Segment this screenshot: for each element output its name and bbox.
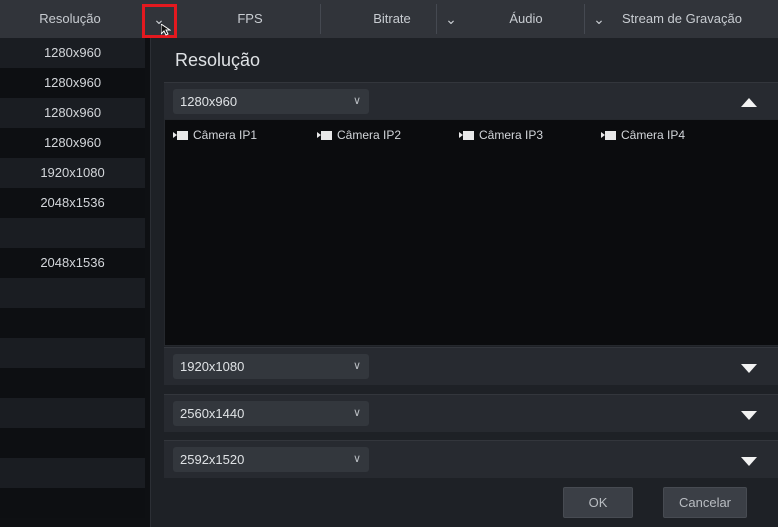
divider bbox=[436, 4, 437, 34]
chevron-down-icon[interactable]: ⌄ bbox=[588, 0, 610, 38]
resolution-select-value: 1920x1080 bbox=[180, 359, 245, 374]
resolution-select-value: 2560x1440 bbox=[180, 406, 245, 421]
table-row[interactable] bbox=[0, 398, 145, 428]
divider bbox=[320, 4, 321, 34]
resolution-column: 1280x960 1280x960 1280x960 1280x960 1920… bbox=[0, 38, 145, 527]
divider bbox=[584, 4, 585, 34]
camera-label: Câmera IP2 bbox=[337, 128, 402, 142]
collapse-triangle-icon[interactable] bbox=[741, 98, 757, 107]
resolution-group-header[interactable]: 2592x1520 ∨ bbox=[164, 440, 778, 478]
resolution-select-value: 2592x1520 bbox=[180, 452, 245, 467]
camera-label: Câmera IP3 bbox=[479, 128, 544, 142]
table-row[interactable] bbox=[0, 278, 145, 308]
camera-item[interactable]: Câmera IP1 bbox=[173, 128, 257, 142]
camera-label: Câmera IP4 bbox=[621, 128, 686, 142]
column-header-resolution[interactable]: Resolução bbox=[0, 0, 140, 38]
table-row[interactable]: 2048x1536 bbox=[0, 248, 145, 278]
table-row[interactable] bbox=[0, 488, 145, 518]
column-header-fps[interactable]: FPS bbox=[180, 0, 320, 38]
dialog-title: Resolução bbox=[175, 50, 261, 70]
camera-icon bbox=[173, 131, 189, 140]
expand-triangle-icon[interactable] bbox=[741, 457, 757, 466]
camera-icon bbox=[459, 131, 475, 140]
chevron-down-icon[interactable]: ⌄ bbox=[440, 0, 462, 38]
chevron-down-icon: ∨ bbox=[352, 360, 361, 372]
column-header-audio[interactable]: Áudio bbox=[466, 0, 586, 38]
table-row[interactable] bbox=[0, 428, 145, 458]
camera-list-panel: Câmera IP1 Câmera IP2 Câmera IP3 Câmera … bbox=[164, 119, 778, 346]
camera-icon bbox=[601, 131, 617, 140]
table-row[interactable]: 2048x1536 bbox=[0, 188, 145, 218]
resolution-group-header[interactable]: 1920x1080 ∨ bbox=[164, 347, 778, 385]
chevron-down-icon: ∨ bbox=[352, 95, 361, 107]
chevron-down-icon: ∨ bbox=[352, 453, 361, 465]
resolution-select[interactable]: 1280x960 ∨ bbox=[173, 89, 369, 114]
camera-item[interactable]: Câmera IP3 bbox=[459, 128, 543, 142]
camera-item[interactable]: Câmera IP2 bbox=[317, 128, 401, 142]
ok-button[interactable]: OK bbox=[563, 487, 633, 518]
table-row[interactable]: 1280x960 bbox=[0, 98, 145, 128]
column-header-bar: Resolução ⌄ FPS Bitrate ⌄ Áudio ⌄ Stream… bbox=[0, 0, 778, 38]
column-header-stream[interactable]: Stream de Gravação bbox=[614, 0, 778, 38]
expand-triangle-icon[interactable] bbox=[741, 411, 757, 420]
table-row[interactable]: 1280x960 bbox=[0, 38, 145, 68]
resolution-group-header[interactable]: 1280x960 ∨ bbox=[164, 82, 778, 120]
resolution-select-value: 1280x960 bbox=[180, 94, 238, 109]
table-row[interactable] bbox=[0, 218, 145, 248]
table-row[interactable]: 1280x960 bbox=[0, 128, 145, 158]
resolution-dialog: Resolução 1280x960 ∨ Câmera IP1 Câmera I… bbox=[150, 38, 778, 527]
resolution-select[interactable]: 1920x1080 ∨ bbox=[173, 354, 369, 379]
table-row[interactable]: 1920x1080 bbox=[0, 158, 145, 188]
resolution-group-header[interactable]: 2560x1440 ∨ bbox=[164, 394, 778, 432]
mouse-cursor-icon bbox=[161, 24, 171, 36]
table-row[interactable] bbox=[0, 458, 145, 488]
table-row[interactable]: 1280x960 bbox=[0, 68, 145, 98]
table-row[interactable] bbox=[0, 368, 145, 398]
highlight-box bbox=[142, 4, 177, 38]
cancel-button[interactable]: Cancelar bbox=[663, 487, 747, 518]
resolution-select[interactable]: 2560x1440 ∨ bbox=[173, 401, 369, 426]
camera-icon bbox=[317, 131, 333, 140]
resolution-select[interactable]: 2592x1520 ∨ bbox=[173, 447, 369, 472]
table-row[interactable] bbox=[0, 338, 145, 368]
camera-label: Câmera IP1 bbox=[193, 128, 258, 142]
expand-triangle-icon[interactable] bbox=[741, 364, 757, 373]
table-row[interactable] bbox=[0, 308, 145, 338]
chevron-down-icon: ∨ bbox=[352, 407, 361, 419]
camera-item[interactable]: Câmera IP4 bbox=[601, 128, 685, 142]
